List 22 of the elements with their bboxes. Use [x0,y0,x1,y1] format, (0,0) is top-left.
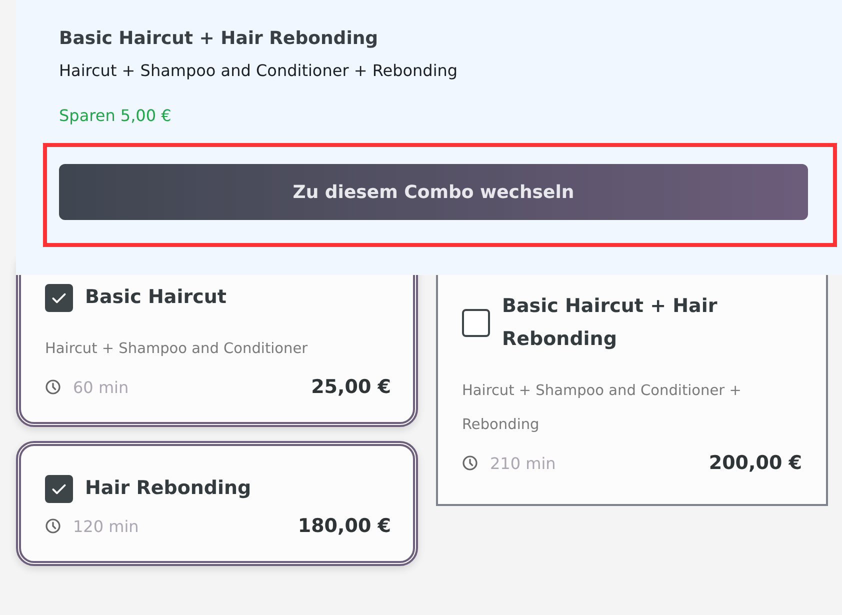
price-text: 200,00 € [708,452,802,474]
combo-title: Basic Haircut + Hair Rebonding [59,28,380,49]
combo-description: Haircut + Shampoo and Conditioner + Rebonding [59,61,459,80]
price-text: 180,00 € [298,515,391,537]
service-description: Haircut + Shampoo and Conditioner + Rebonding [462,382,742,435]
checkbox[interactable] [45,284,73,312]
clock-icon [462,455,478,471]
service-description: Haircut + Shampoo and Conditioner [45,340,309,359]
clock-icon [45,518,61,534]
clock-icon [45,379,61,395]
service-card[interactable]: Hair Rebonding 120 min 180,00 € [16,441,418,566]
checkbox[interactable] [462,309,490,337]
checkbox[interactable] [45,474,73,502]
savings-text: Sparen 5,00 € [59,106,172,125]
service-title: Hair Rebonding [85,476,252,501]
duration-text: 120 min [73,516,139,536]
switch-combo-button[interactable]: Zu diesem Combo wechseln [59,164,808,220]
duration-text: 60 min [73,378,129,396]
service-title: Basic Haircut + Hair Rebonding [502,294,718,352]
service-title: Basic Haircut [85,285,226,310]
duration-text: 210 min [490,454,556,472]
price-text: 25,00 € [311,376,391,398]
